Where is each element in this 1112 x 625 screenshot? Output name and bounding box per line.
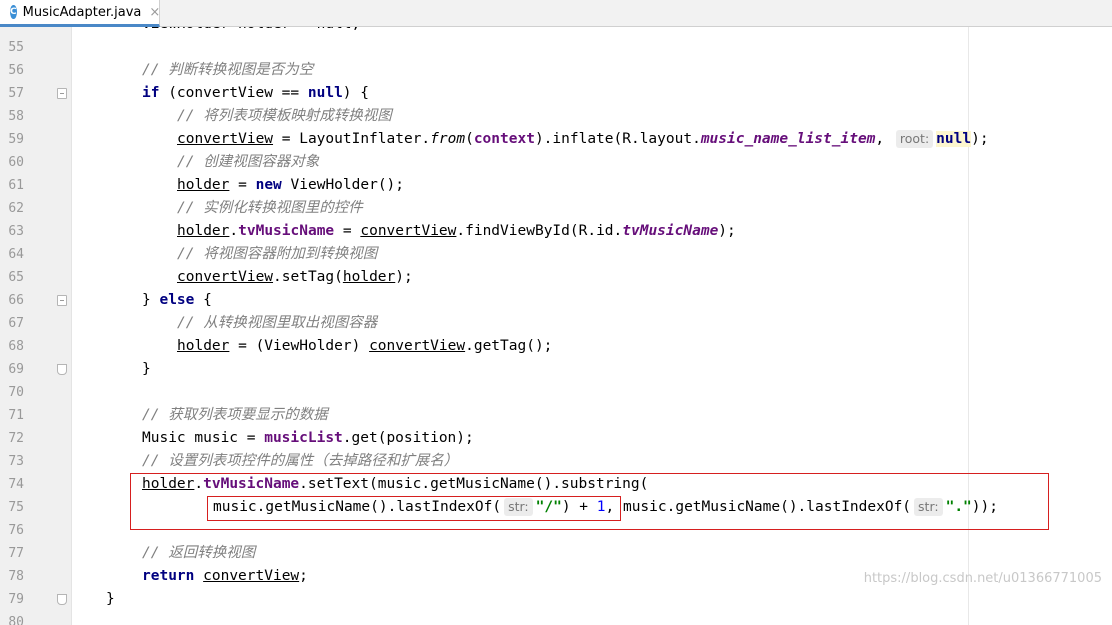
close-icon[interactable]: × xyxy=(149,5,160,20)
code-text: } xyxy=(106,591,115,607)
line-number: 64 xyxy=(8,247,24,262)
line-number: 63 xyxy=(8,224,24,239)
code-line: 73 // 设置列表项控件的属性（去掉路径和扩展名） xyxy=(0,450,1112,473)
tab-filename: MusicAdapter.java xyxy=(22,4,142,20)
code-text: return convertView; xyxy=(142,568,308,584)
code-line: 55 xyxy=(0,36,1112,59)
editor-tab-bar: C MusicAdapter.java × xyxy=(0,0,1112,27)
comment: // 返回转换视图 xyxy=(142,545,256,561)
line-number: 78 xyxy=(8,569,24,584)
line-number: 79 xyxy=(8,592,24,607)
code-line: 68 holder = (ViewHolder) convertView.get… xyxy=(0,335,1112,358)
line-number: 57 xyxy=(8,86,24,101)
line-number: 75 xyxy=(8,500,24,515)
tab-music-adapter[interactable]: C MusicAdapter.java × xyxy=(0,0,160,27)
code-text: if (convertView == null) { xyxy=(142,85,369,101)
code-line: 79 } xyxy=(0,588,1112,611)
line-number: 60 xyxy=(8,155,24,170)
comment: // 将视图容器附加到转换视图 xyxy=(177,246,378,262)
code-text: holder.tvMusicName.setText(music.getMusi… xyxy=(142,476,649,492)
code-line: 63 holder.tvMusicName = convertView.find… xyxy=(0,220,1112,243)
code-line: 69 } xyxy=(0,358,1112,381)
comment: // 设置列表项控件的属性（去掉路径和扩展名） xyxy=(142,453,459,469)
param-hint: root: xyxy=(895,130,934,148)
code-line: 76 xyxy=(0,519,1112,542)
line-number: 58 xyxy=(8,109,24,124)
code-text: music.getMusicName().lastIndexOf(str: "/"… xyxy=(213,498,998,516)
line-number: 68 xyxy=(8,339,24,354)
comment: // 将列表项模板映射成转换视图 xyxy=(177,108,392,124)
code-line: 57 if (convertView == null) { xyxy=(0,82,1112,105)
line-number: 77 xyxy=(8,546,24,561)
line-number: 76 xyxy=(8,523,24,538)
param-hint: str: xyxy=(914,498,943,516)
fold-toggle-icon[interactable] xyxy=(57,295,67,306)
line-number: 71 xyxy=(8,408,24,423)
line-number: 70 xyxy=(8,385,24,400)
code-line: 59 convertView = LayoutInflater.from(con… xyxy=(0,128,1112,151)
code-line: 70 xyxy=(0,381,1112,404)
line-number: 62 xyxy=(8,201,24,216)
code-line: 56 // 判断转换视图是否为空 xyxy=(0,59,1112,82)
line-number: 66 xyxy=(8,293,24,308)
line-number: 59 xyxy=(8,132,24,147)
code-line: 80 xyxy=(0,611,1112,625)
line-number: 55 xyxy=(8,40,24,55)
code-text: ViewHolder holder = null; xyxy=(142,27,360,36)
line-number: 69 xyxy=(8,362,24,377)
code-text: convertView.setTag(holder); xyxy=(177,269,413,285)
code-text: } xyxy=(142,361,151,377)
comment: // 判断转换视图是否为空 xyxy=(142,62,314,78)
code-line: 72 Music music = musicList.get(position)… xyxy=(0,427,1112,450)
code-line: 75 music.getMusicName().lastIndexOf(str:… xyxy=(0,496,1112,519)
line-number: 74 xyxy=(8,477,24,492)
code-line: 61 holder = new ViewHolder(); xyxy=(0,174,1112,197)
param-hint: str: xyxy=(504,498,533,516)
code-line: 60 // 创建视图容器对象 xyxy=(0,151,1112,174)
fold-end-icon[interactable] xyxy=(57,364,67,375)
code-text: holder = new ViewHolder(); xyxy=(177,177,405,193)
line-number: 65 xyxy=(8,270,24,285)
code-text: Music music = musicList.get(position); xyxy=(142,430,474,446)
comment: // 实例化转换视图里的控件 xyxy=(177,200,363,216)
line-number: 72 xyxy=(8,431,24,446)
line-number: 80 xyxy=(8,615,24,625)
code-line: 62 // 实例化转换视图里的控件 xyxy=(0,197,1112,220)
watermark: https://blog.csdn.net/u01366771005 xyxy=(863,571,1102,586)
code-line: 71 // 获取列表项要显示的数据 xyxy=(0,404,1112,427)
code-text: holder.tvMusicName = convertView.findVie… xyxy=(177,223,736,239)
code-line: 67 // 从转换视图里取出视图容器 xyxy=(0,312,1112,335)
line-number: 73 xyxy=(8,454,24,469)
fold-end-icon[interactable] xyxy=(57,594,67,605)
code-text: holder = (ViewHolder) convertView.getTag… xyxy=(177,338,553,354)
code-line: 74 holder.tvMusicName.setText(music.getM… xyxy=(0,473,1112,496)
fold-toggle-icon[interactable] xyxy=(57,88,67,99)
code-text: convertView = LayoutInflater.from(contex… xyxy=(177,130,989,148)
line-number: 61 xyxy=(8,178,24,193)
code-line: 66 } else { xyxy=(0,289,1112,312)
comment: // 创建视图容器对象 xyxy=(177,154,320,170)
code-line: 77 // 返回转换视图 xyxy=(0,542,1112,565)
code-line: 58 // 将列表项模板映射成转换视图 xyxy=(0,105,1112,128)
code-line: 65 convertView.setTag(holder); xyxy=(0,266,1112,289)
code-editor[interactable]: ViewHolder holder = null; 55 56 // 判断转换视… xyxy=(0,27,1112,625)
comment: // 从转换视图里取出视图容器 xyxy=(177,315,378,331)
comment: // 获取列表项要显示的数据 xyxy=(142,407,328,423)
line-number: 56 xyxy=(8,63,24,78)
line-number: 67 xyxy=(8,316,24,331)
code-line: ViewHolder holder = null; xyxy=(0,27,1112,36)
java-class-icon: C xyxy=(10,5,17,19)
code-line: 64 // 将视图容器附加到转换视图 xyxy=(0,243,1112,266)
code-text: } else { xyxy=(142,292,212,308)
